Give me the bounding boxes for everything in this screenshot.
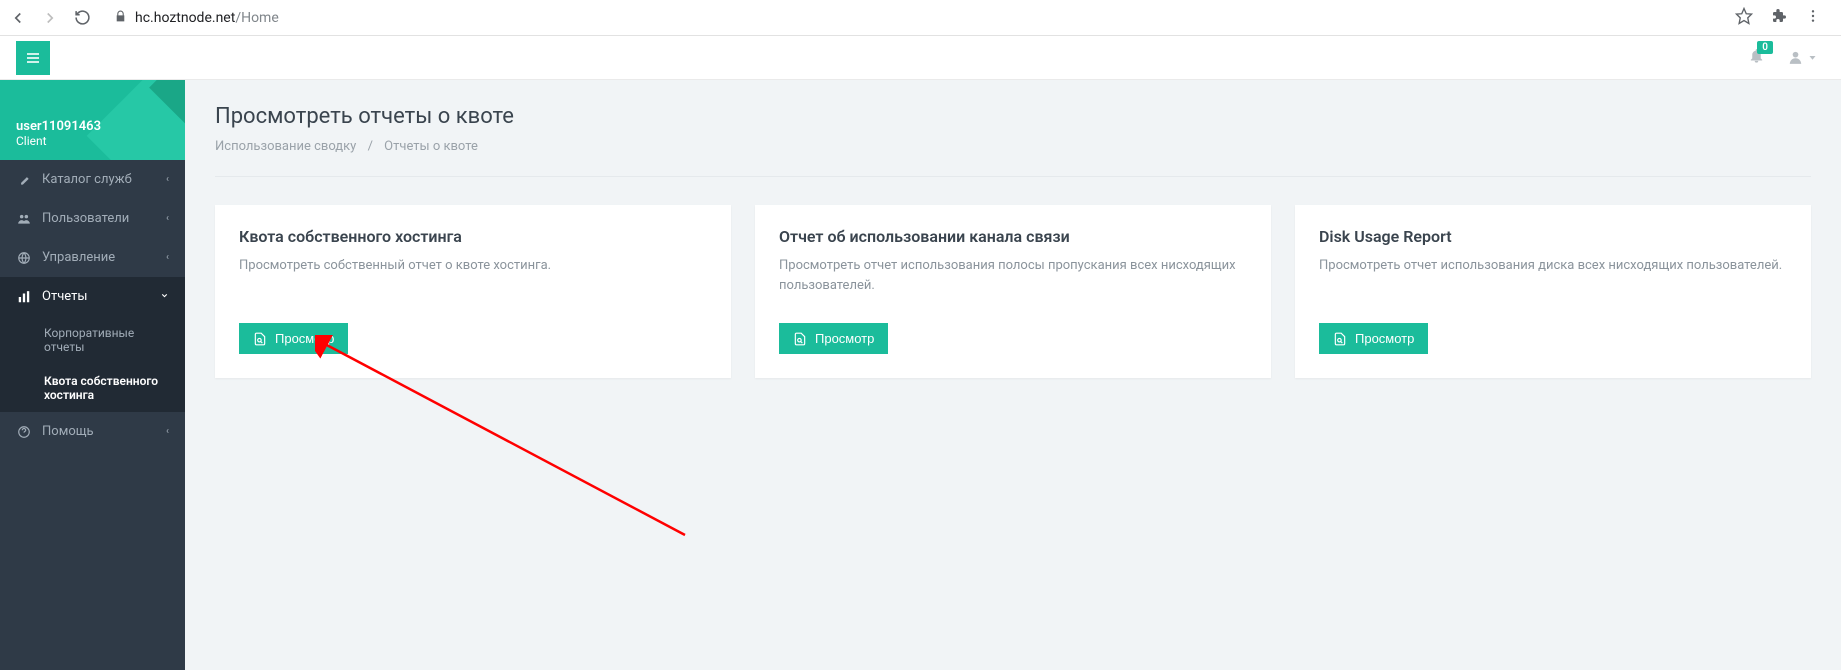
sidebar-item-reports[interactable]: Отчеты [0,277,185,316]
sidebar-subitem-corporate-reports[interactable]: Корпоративные отчеты [0,316,185,364]
card-description: Просмотреть собственный отчет о квоте хо… [239,256,707,295]
sidebar: user11091463 Client Каталог служб ‹ Поль… [0,80,185,670]
sidebar-item-management[interactable]: Управление ‹ [0,238,185,277]
main-content: Просмотреть отчеты о квоте Использование… [185,80,1841,670]
document-search-icon [253,332,267,346]
chevron-left-icon: ‹ [166,174,169,185]
sidebar-item-help[interactable]: Помощь ‹ [0,412,185,451]
button-label: Просмотр [1355,331,1414,346]
browser-forward-button[interactable] [40,8,60,28]
caret-down-icon [1808,53,1817,62]
notification-badge: 0 [1757,41,1773,54]
view-button[interactable]: Просмотр [1319,323,1428,354]
topbar-right: 0 [1748,47,1817,68]
card-hosting-quota: Квота собственного хостинга Просмотреть … [215,205,731,378]
sidebar-item-label: Отчеты [42,289,160,304]
breadcrumb: Использование сводку / Отчеты о квоте [215,139,1811,154]
page-header: Просмотреть отчеты о квоте Использование… [215,104,1811,177]
button-label: Просмотр [815,331,874,346]
star-icon[interactable] [1735,7,1753,29]
chevron-down-icon [160,291,169,303]
document-search-icon [793,332,807,346]
sidebar-item-label: Пользователи [42,211,166,226]
view-button[interactable]: Просмотр [779,323,888,354]
chevron-left-icon: ‹ [166,426,169,437]
globe-icon [16,251,32,265]
sidebar-username: user11091463 [16,119,101,134]
card-title: Disk Usage Report [1319,227,1787,246]
breadcrumb-link[interactable]: Использование сводку [215,139,356,154]
browser-toolbar-right [1735,7,1833,29]
sidebar-item-catalog[interactable]: Каталог служб ‹ [0,160,185,199]
users-icon [16,212,32,226]
browser-chrome: hc.hoztnode.net/Home [0,0,1841,36]
address-bar[interactable]: hc.hoztnode.net/Home [104,8,1723,27]
help-icon [16,425,32,439]
chart-icon [16,290,32,304]
user-icon [1787,49,1804,66]
chevron-left-icon: ‹ [166,252,169,263]
sidebar-toggle-button[interactable] [16,41,50,75]
card-bandwidth-usage: Отчет об использовании канала связи Прос… [755,205,1271,378]
sidebar-user-role: Client [16,134,101,148]
sidebar-item-label: Управление [42,250,166,265]
sidebar-user-panel: user11091463 Client [0,80,185,160]
card-disk-usage: Disk Usage Report Просмотреть отчет испо… [1295,205,1811,378]
breadcrumb-separator: / [368,139,373,154]
card-description: Просмотреть отчет использования диска вс… [1319,256,1787,295]
chevron-left-icon: ‹ [166,213,169,224]
browser-reload-button[interactable] [72,8,92,28]
button-label: Просмотр [275,331,334,346]
sidebar-subitem-hosting-quota[interactable]: Квота собственного хостинга [0,364,185,412]
card-title: Квота собственного хостинга [239,227,707,246]
sidebar-item-label: Каталог служб [42,172,166,187]
magic-icon [16,173,32,187]
sidebar-item-users[interactable]: Пользователи ‹ [0,199,185,238]
page-title: Просмотреть отчеты о квоте [215,104,1811,129]
browser-menu-icon[interactable] [1805,8,1821,28]
sidebar-nav: Каталог служб ‹ Пользователи ‹ Управлени… [0,160,185,451]
browser-back-button[interactable] [8,8,28,28]
app-topbar: 0 [0,36,1841,80]
document-search-icon [1333,332,1347,346]
extensions-icon[interactable] [1771,8,1787,28]
user-menu-button[interactable] [1787,49,1817,66]
sidebar-item-label: Помощь [42,424,166,439]
breadcrumb-current: Отчеты о квоте [384,139,478,154]
lock-icon [114,8,127,27]
card-title: Отчет об использовании канала связи [779,227,1247,246]
url-text: hc.hoztnode.net/Home [135,10,279,26]
notifications-button[interactable]: 0 [1748,47,1765,68]
view-button[interactable]: Просмотр [239,323,348,354]
card-description: Просмотреть отчет использования полосы п… [779,256,1247,295]
sidebar-subnav-reports: Корпоративные отчеты Квота собственного … [0,316,185,412]
report-cards: Квота собственного хостинга Просмотреть … [215,205,1811,378]
